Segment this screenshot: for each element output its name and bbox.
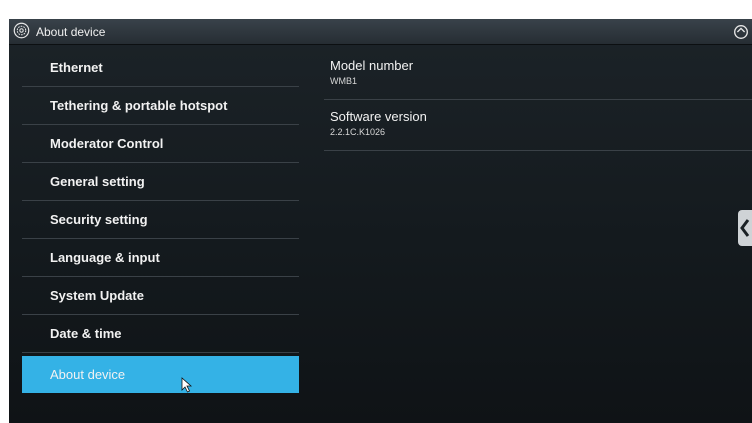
sidebar-item-general-setting[interactable]: General setting (22, 163, 299, 201)
title-bar: About device (9, 19, 752, 45)
mouse-pointer-icon (181, 377, 193, 393)
sidebar-item-label: System Update (50, 288, 144, 303)
settings-sidebar: Ethernet Tethering & portable hotspot Mo… (22, 49, 299, 393)
model-number-row[interactable]: Model number WMB1 (324, 49, 752, 100)
sidebar-item-label: Date & time (50, 326, 122, 341)
chevron-left-icon (740, 219, 750, 237)
sidebar-item-label: Moderator Control (50, 136, 164, 151)
page-title: About device (36, 25, 106, 39)
sidebar-item-label: General setting (50, 174, 145, 189)
model-number-label: Model number (330, 58, 414, 73)
sidebar-item-date-time[interactable]: Date & time (22, 315, 299, 353)
model-number-value: WMB1 (330, 76, 357, 86)
device-info-panel: Model number WMB1 Software version 2.2.1… (324, 49, 752, 151)
sidebar-item-label: Security setting (50, 212, 148, 227)
side-panel-tab[interactable] (738, 210, 752, 246)
sidebar-item-label: Tethering & portable hotspot (50, 98, 228, 113)
sidebar-item-label: Language & input (50, 250, 160, 265)
sidebar-item-moderator-control[interactable]: Moderator Control (22, 125, 299, 163)
rotate-icon[interactable] (732, 23, 750, 41)
software-version-label: Software version (330, 109, 427, 124)
sidebar-item-system-update[interactable]: System Update (22, 277, 299, 315)
settings-gear-icon (13, 22, 30, 39)
sidebar-item-label: Ethernet (50, 60, 103, 75)
sidebar-item-security-setting[interactable]: Security setting (22, 201, 299, 239)
software-version-row[interactable]: Software version 2.2.1C.K1026 (324, 100, 752, 151)
sidebar-item-language-input[interactable]: Language & input (22, 239, 299, 277)
sidebar-item-label: About device (50, 367, 126, 382)
sidebar-item-about-device[interactable]: About device (22, 356, 299, 393)
android-settings-screen: About device Ethernet Tethering & portab… (9, 19, 752, 423)
sidebar-item-tethering-hotspot[interactable]: Tethering & portable hotspot (22, 87, 299, 125)
software-version-value: 2.2.1C.K1026 (330, 127, 386, 137)
sidebar-item-ethernet[interactable]: Ethernet (22, 49, 299, 87)
